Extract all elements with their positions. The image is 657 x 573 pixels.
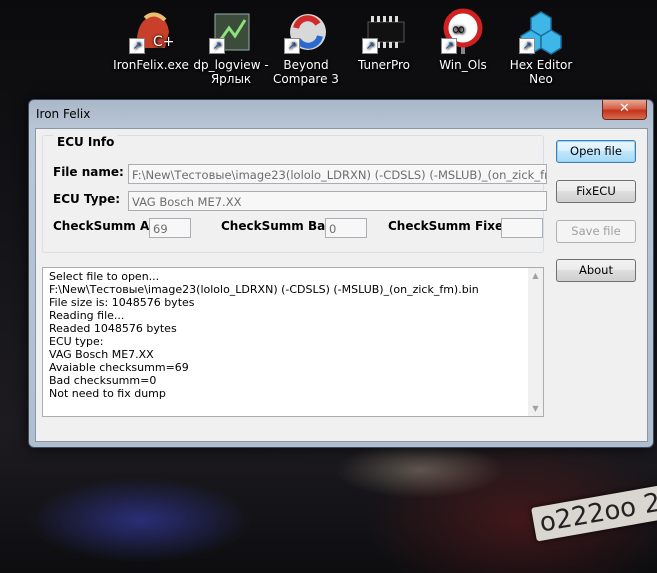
desktop-icon-ironfelix[interactable]: C++ ↗ IronFelix.exe bbox=[111, 8, 191, 72]
desktop-icon-label: IronFelix.exe bbox=[113, 58, 189, 72]
log-line: VAG Bosch ME7.XX bbox=[49, 348, 154, 361]
ecu-type-field[interactable]: VAG Bosch ME7.XX bbox=[128, 191, 547, 211]
title-bar[interactable]: Iron Felix ✕ bbox=[29, 100, 653, 128]
desktop-icon-label: Win_Ols bbox=[439, 58, 487, 72]
desktop-icon-win-ols[interactable]: ∞ ↗ Win_Ols bbox=[423, 8, 503, 72]
chip-icon: ↗ bbox=[360, 8, 408, 56]
shortcut-arrow-icon: ↗ bbox=[519, 38, 535, 54]
about-button[interactable]: About bbox=[556, 259, 636, 282]
log-line: Reading file... bbox=[49, 309, 125, 322]
shortcut-arrow-icon: ↗ bbox=[284, 38, 300, 54]
scroll-up-icon[interactable]: ▲ bbox=[528, 268, 543, 283]
log-line: Readed 1048576 bytes bbox=[49, 322, 177, 335]
ecu-type-label: ECU Type: bbox=[53, 192, 121, 206]
checksum-all-label: CheckSumm All: bbox=[53, 219, 163, 233]
log-line: F:\New\Тестовые\image23(lololo_LDRXN) (-… bbox=[49, 283, 479, 296]
log-line: Bad checksumm=0 bbox=[49, 374, 157, 387]
shortcut-arrow-icon: ↗ bbox=[362, 38, 378, 54]
svg-text:C++: C++ bbox=[153, 34, 175, 50]
open-file-button[interactable]: Open file bbox=[556, 140, 636, 163]
checksum-bad-field[interactable]: 0 bbox=[325, 218, 367, 238]
desktop-icon-label: TunerPro bbox=[357, 58, 411, 72]
license-plate: о222оо 2 bbox=[531, 484, 657, 542]
svg-text:∞: ∞ bbox=[451, 19, 466, 40]
desktop-icon-dp-logview[interactable]: ↗ dp_logview - Ярлык bbox=[191, 8, 271, 86]
log-scrollbar[interactable]: ▲ ▼ bbox=[528, 268, 543, 416]
file-name-field[interactable]: F:\New\Тестовые\image23(lololo_LDRXN) (-… bbox=[128, 164, 547, 184]
desktop-icon-hex-editor-neo[interactable]: ↗ Hex Editor Neo bbox=[501, 8, 581, 86]
shortcut-arrow-icon: ↗ bbox=[209, 38, 225, 54]
infinity-sign-icon: ∞ ↗ bbox=[439, 8, 487, 56]
logview-icon: ↗ bbox=[207, 8, 255, 56]
fix-ecu-button[interactable]: FixECU bbox=[556, 180, 636, 203]
close-button[interactable]: ✕ bbox=[602, 100, 647, 120]
scroll-down-icon[interactable]: ▼ bbox=[528, 401, 543, 416]
desktop-icon-tunerpro[interactable]: ↗ TunerPro bbox=[344, 8, 424, 72]
shortcut-arrow-icon: ↗ bbox=[129, 38, 145, 54]
helmet-icon: C++ ↗ bbox=[127, 8, 186, 56]
log-line: Select file to open... bbox=[49, 270, 160, 283]
ecu-info-title: ECU Info bbox=[53, 135, 119, 149]
file-name-label: File name: bbox=[53, 165, 124, 179]
desktop-icon-label: Hex Editor Neo bbox=[509, 58, 573, 86]
checksum-all-field[interactable]: 69 bbox=[149, 218, 191, 238]
hex-cubes-icon: ↗ bbox=[517, 8, 565, 56]
ecu-info-group: ECU Info File name: F:\New\Тестовые\imag… bbox=[42, 135, 547, 253]
checksum-fixed-label: CheckSumm Fixed: bbox=[388, 219, 517, 233]
log-line: Avaiable checksumm=69 bbox=[49, 361, 189, 374]
checksum-fixed-field[interactable] bbox=[501, 218, 543, 238]
window-client-area: ECU Info File name: F:\New\Тестовые\imag… bbox=[35, 128, 648, 442]
beyond-compare-icon: ↗ bbox=[282, 8, 330, 56]
log-line: ECU type: bbox=[49, 335, 104, 348]
desktop-icon-beyond-compare[interactable]: ↗ Beyond Compare 3 bbox=[266, 8, 346, 86]
save-file-button[interactable]: Save file bbox=[556, 220, 636, 243]
log-textarea[interactable]: Select file to open... F:\New\Тестовые\i… bbox=[42, 267, 544, 417]
window-title: Iron Felix bbox=[36, 107, 91, 121]
iron-felix-window: Iron Felix ✕ ECU Info File name: F:\New\… bbox=[28, 99, 654, 448]
desktop-icon-label: Beyond Compare 3 bbox=[273, 58, 339, 86]
checksum-bad-label: CheckSumm Bad: bbox=[221, 219, 339, 233]
shortcut-arrow-icon: ↗ bbox=[441, 38, 457, 54]
log-line: File size is: 1048576 bytes bbox=[49, 296, 195, 309]
desktop-icon-label: dp_logview - Ярлык bbox=[193, 58, 269, 86]
log-line: Not need to fix dump bbox=[49, 387, 166, 400]
log-lines: Select file to open... F:\New\Тестовые\i… bbox=[49, 270, 479, 400]
